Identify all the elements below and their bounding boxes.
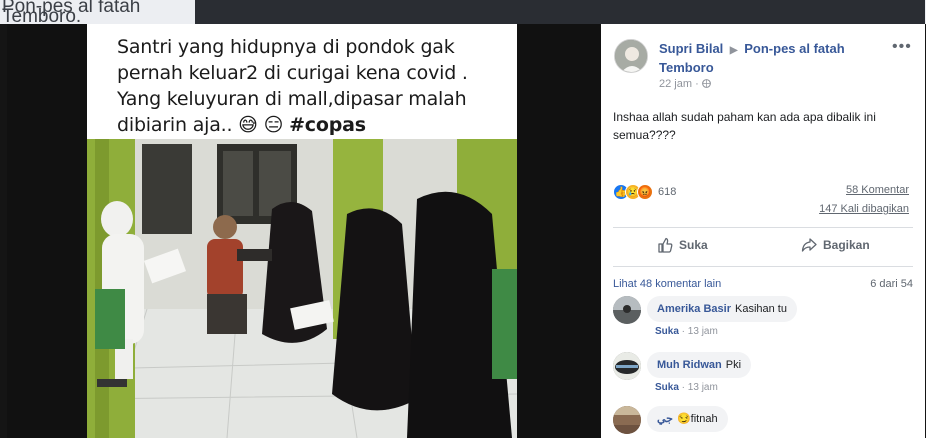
commenter-avatar[interactable]: [613, 352, 641, 380]
comments-count-link[interactable]: 58 Komentar: [846, 184, 909, 196]
screenshot: Pon-pes al fatah Temboro. Santri yang hi…: [0, 0, 926, 438]
photo-caption: Santri yang hidupnya di pondok gak perna…: [117, 34, 505, 138]
background-blurred-header: [195, 0, 925, 24]
reactions-count[interactable]: 618: [658, 186, 676, 198]
share-arrow-icon: [801, 238, 817, 252]
author-avatar[interactable]: [614, 39, 648, 73]
comment-time[interactable]: 13 jam: [688, 382, 718, 393]
comment-bubble: Amerika Basir Kasihan tu: [647, 296, 797, 322]
comment-like-link[interactable]: Suka: [655, 326, 679, 337]
comment-text: Pki: [725, 359, 742, 371]
commenter-name-link[interactable]: جي: [657, 413, 673, 425]
view-more-comments-link[interactable]: Lihat 48 komentar lain: [613, 278, 721, 290]
comment-meta: Suka · 13 jam: [655, 326, 718, 337]
commenter-avatar[interactable]: [613, 406, 641, 434]
shares-count-link[interactable]: 147 Kali dibagikan: [819, 203, 909, 215]
thumbs-up-icon: [658, 237, 673, 253]
angry-reaction-icon: 😡: [637, 184, 653, 200]
post-time[interactable]: 22 jam: [659, 78, 692, 90]
comment-like-link[interactable]: Suka: [655, 382, 679, 393]
post-text: Inshaa allah sudah paham kan ada apa dib…: [613, 110, 876, 142]
avatar-image: [615, 40, 647, 72]
comments-paging: 6 dari 54: [870, 278, 913, 290]
comment-meta: Suka · 13 jam: [655, 382, 718, 393]
comment-text: Kasihan tu: [735, 303, 787, 315]
globe-icon: ·: [695, 78, 711, 90]
photo-viewer[interactable]: Santri yang hidupnya di pondok gak perna…: [7, 24, 601, 438]
author-name-link[interactable]: Supri Bilal: [659, 41, 723, 56]
post-timestamp[interactable]: 22 jam ·: [659, 78, 711, 90]
more-options-icon[interactable]: •••: [892, 38, 912, 56]
photo-scene: [87, 139, 517, 438]
post-details-panel: Supri Bilal ▶ Pon-pes al fatah Temboro 2…: [601, 24, 925, 438]
share-button[interactable]: Bagikan: [801, 237, 870, 253]
divider: [613, 266, 913, 267]
arrow-right-icon: ▶: [729, 45, 738, 56]
comment-time[interactable]: 13 jam: [688, 326, 718, 337]
commenter-avatar[interactable]: [613, 296, 641, 324]
like-label: Suka: [679, 238, 708, 252]
like-button[interactable]: Suka: [657, 237, 708, 253]
share-label: Bagikan: [823, 238, 870, 252]
photo-caption-hashtag: #copas: [289, 114, 366, 136]
comment-bubble: جي 😏fitnah: [647, 406, 728, 432]
commenter-name-link[interactable]: Amerika Basir: [657, 303, 731, 315]
post-header: Supri Bilal ▶ Pon-pes al fatah Temboro: [659, 40, 889, 76]
comment-bubble: Muh Ridwan Pki: [647, 352, 752, 378]
commenter-name-link[interactable]: Muh Ridwan: [657, 359, 722, 371]
photo-caption-box: Santri yang hidupnya di pondok gak perna…: [87, 24, 517, 139]
post-photo: Santri yang hidupnya di pondok gak perna…: [87, 24, 517, 438]
comment-text: 😏fitnah: [676, 413, 718, 425]
divider: [613, 227, 913, 228]
reactions-summary[interactable]: 👍 😢 😡 618: [613, 182, 676, 202]
